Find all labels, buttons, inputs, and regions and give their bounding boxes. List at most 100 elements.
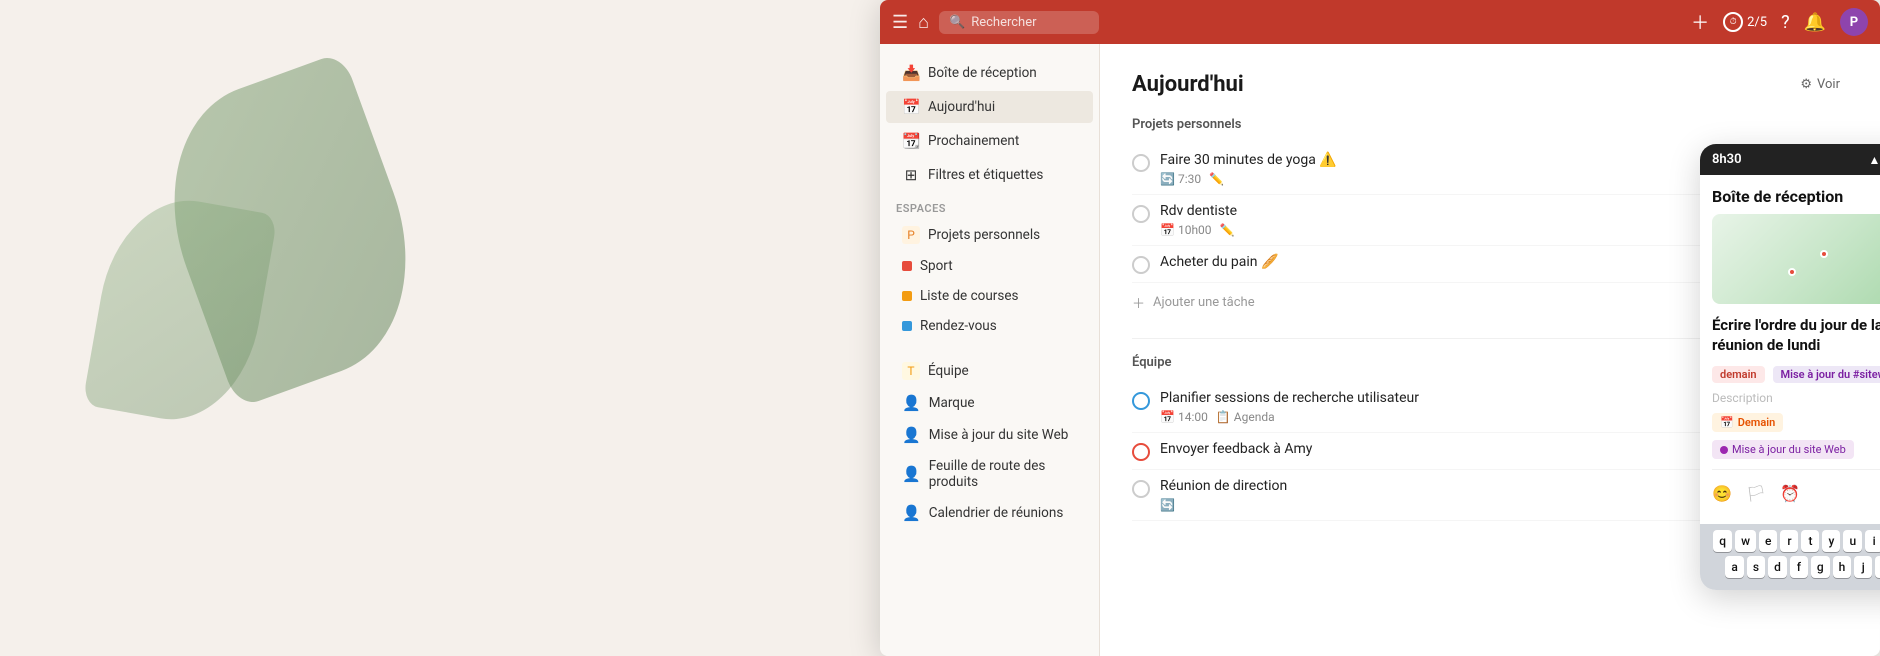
marque-person-icon: 👤 — [902, 394, 921, 412]
mobile-card-content: Boîte de réception ⋯ Écrire l'ordre du j… — [1700, 175, 1880, 524]
shopping-dot — [902, 291, 912, 301]
sidebar-item-personal-label: Projets personnels — [928, 227, 1040, 243]
mobile-task-title: Écrire l'ordre du jour de la réunion de … — [1712, 316, 1880, 355]
key-d[interactable]: d — [1768, 556, 1787, 578]
sidebar-item-website[interactable]: 👤 Mise à jour du site Web — [886, 420, 1093, 450]
task-time: 📅 10h00 — [1160, 223, 1212, 237]
sidebar-item-today[interactable]: 📅 Aujourd'hui — [886, 91, 1093, 123]
task-checkbox[interactable] — [1132, 205, 1150, 223]
key-j[interactable]: j — [1854, 556, 1872, 578]
roadmap-person-icon: 👤 — [902, 465, 921, 483]
top-bar-right: ＋ ⏱ 2/5 ? 🔔 P — [1691, 8, 1868, 36]
sidebar-item-equipe-label: Équipe — [928, 363, 969, 379]
website-person-icon: 👤 — [902, 426, 921, 444]
sidebar-item-meetings[interactable]: 👤 Calendrier de réunions — [886, 498, 1093, 528]
sidebar-item-inbox[interactable]: 📥 Boîte de réception — [886, 57, 1093, 89]
sidebar-item-sport-label: Sport — [920, 258, 953, 274]
mobile-action-bar: 😊 🏳 ⏰ ➤ — [1712, 469, 1880, 512]
sidebar-item-rdv[interactable]: Rendez-vous — [886, 312, 1093, 340]
mobile-card: 8h30 ▲▲ ▊▊ ▊ Boîte de réception ⋯ — [1700, 144, 1880, 590]
mobile-time: 8h30 — [1712, 152, 1742, 167]
meetings-person-icon: 👤 — [902, 504, 921, 522]
key-y[interactable]: y — [1822, 530, 1840, 552]
key-f[interactable]: f — [1790, 556, 1808, 578]
key-r[interactable]: r — [1780, 530, 1798, 552]
task-agenda: 📋 Agenda — [1216, 410, 1275, 424]
timer-badge[interactable]: ⏱ 2/5 — [1723, 12, 1767, 32]
wifi-icon: ▲▲ — [1869, 153, 1880, 167]
repeat-icon: 🔄 — [1160, 172, 1175, 186]
add-icon[interactable]: ＋ — [1691, 9, 1709, 35]
task-emoji: ⚠️ — [1319, 152, 1336, 168]
calendar-icon: 📅 — [1160, 410, 1175, 424]
agenda-icon: 📋 — [1216, 410, 1231, 424]
key-i[interactable]: i — [1865, 530, 1880, 552]
user-avatar[interactable]: P — [1840, 8, 1868, 36]
sidebar-item-roadmap[interactable]: 👤 Feuille de route des produits — [886, 452, 1093, 496]
home-icon[interactable]: ⌂ — [918, 12, 929, 33]
clock-action-icon[interactable]: ⏰ — [1780, 484, 1800, 503]
add-icon: ＋ — [1132, 293, 1145, 312]
add-task-label: Ajouter une tâche — [1153, 295, 1255, 310]
task-time: 🔄 7:30 — [1160, 172, 1201, 186]
key-g[interactable]: g — [1811, 556, 1830, 578]
key-a[interactable]: a — [1725, 556, 1743, 578]
key-k[interactable]: k — [1875, 556, 1880, 578]
task-checkbox[interactable] — [1132, 256, 1150, 274]
sport-dot — [902, 261, 912, 271]
task-checkbox[interactable] — [1132, 480, 1150, 498]
action-icons: 😊 🏳 ⏰ — [1712, 484, 1800, 503]
task-checkbox-red[interactable] — [1132, 443, 1150, 461]
emoji-action-icon[interactable]: 😊 — [1712, 484, 1732, 503]
key-w[interactable]: w — [1735, 530, 1756, 552]
view-label: Voir — [1817, 77, 1840, 92]
equipe-section-label — [880, 341, 1099, 355]
sidebar-item-filters[interactable]: ⊞ Filtres et étiquettes — [886, 159, 1093, 191]
task-checkbox[interactable] — [1132, 392, 1150, 410]
key-e[interactable]: e — [1759, 530, 1777, 552]
due-badge[interactable]: 📅 Demain — [1712, 413, 1783, 432]
mobile-keyboard: q w e r t y u i o p a s d — [1700, 524, 1880, 590]
key-u[interactable]: u — [1843, 530, 1862, 552]
mobile-inbox-header: Boîte de réception ⋯ — [1712, 187, 1880, 206]
key-h[interactable]: h — [1833, 556, 1852, 578]
repeat-icon: 🔄 — [1160, 498, 1175, 512]
edit-icon: ✏️ — [1220, 223, 1235, 237]
edit-icon: ✏️ — [1209, 172, 1224, 186]
sidebar-item-personal[interactable]: P Projets personnels — [886, 220, 1093, 250]
content-header: Aujourd'hui ⚙ Voir — [1132, 72, 1848, 97]
page-title: Aujourd'hui — [1132, 72, 1244, 97]
help-icon[interactable]: ? — [1781, 12, 1790, 33]
section-personal-label: Projets personnels — [1132, 117, 1848, 132]
flag-action-icon[interactable]: 🏳 — [1746, 484, 1766, 503]
menu-icon[interactable]: ☰ — [892, 12, 908, 33]
search-icon: 🔍 — [949, 15, 965, 30]
sidebar: 📥 Boîte de réception 📅 Aujourd'hui 📆 Pro… — [880, 44, 1100, 656]
inbox-icon: 📥 — [902, 64, 920, 82]
sidebar-item-shopping[interactable]: Liste de courses — [886, 282, 1093, 310]
project-badge[interactable]: Mise à jour du site Web — [1712, 440, 1854, 459]
mobile-card-header: 8h30 ▲▲ ▊▊ ▊ — [1700, 144, 1880, 175]
bread-emoji: 🥖 — [1261, 254, 1278, 270]
key-t[interactable]: t — [1801, 530, 1819, 552]
key-s[interactable]: s — [1747, 556, 1765, 578]
task-checkbox[interactable] — [1132, 154, 1150, 172]
key-q[interactable]: q — [1713, 530, 1732, 552]
upcoming-icon: 📆 — [902, 132, 920, 150]
view-button[interactable]: ⚙ Voir — [1792, 73, 1848, 96]
personal-icon: P — [902, 226, 920, 244]
bell-icon[interactable]: 🔔 — [1804, 12, 1826, 33]
sidebar-item-equipe[interactable]: T Équipe — [886, 356, 1093, 386]
timer-value: 2/5 — [1747, 15, 1767, 30]
tag-siteweb: Mise à jour du #siteweb — [1773, 366, 1880, 383]
calendar-small-icon: 📅 — [1720, 416, 1734, 429]
sidebar-item-sport[interactable]: Sport — [886, 252, 1093, 280]
filters-icon: ⊞ — [902, 166, 920, 184]
sidebar-item-shopping-label: Liste de courses — [920, 288, 1018, 304]
project-label: Mise à jour du site Web — [1732, 443, 1846, 456]
search-bar[interactable]: 🔍 Rechercher — [939, 11, 1099, 34]
rdv-dot — [902, 321, 912, 331]
sidebar-item-upcoming[interactable]: 📆 Prochainement — [886, 125, 1093, 157]
sidebar-item-marque[interactable]: 👤 Marque — [886, 388, 1093, 418]
sidebar-item-filters-label: Filtres et étiquettes — [928, 167, 1043, 183]
